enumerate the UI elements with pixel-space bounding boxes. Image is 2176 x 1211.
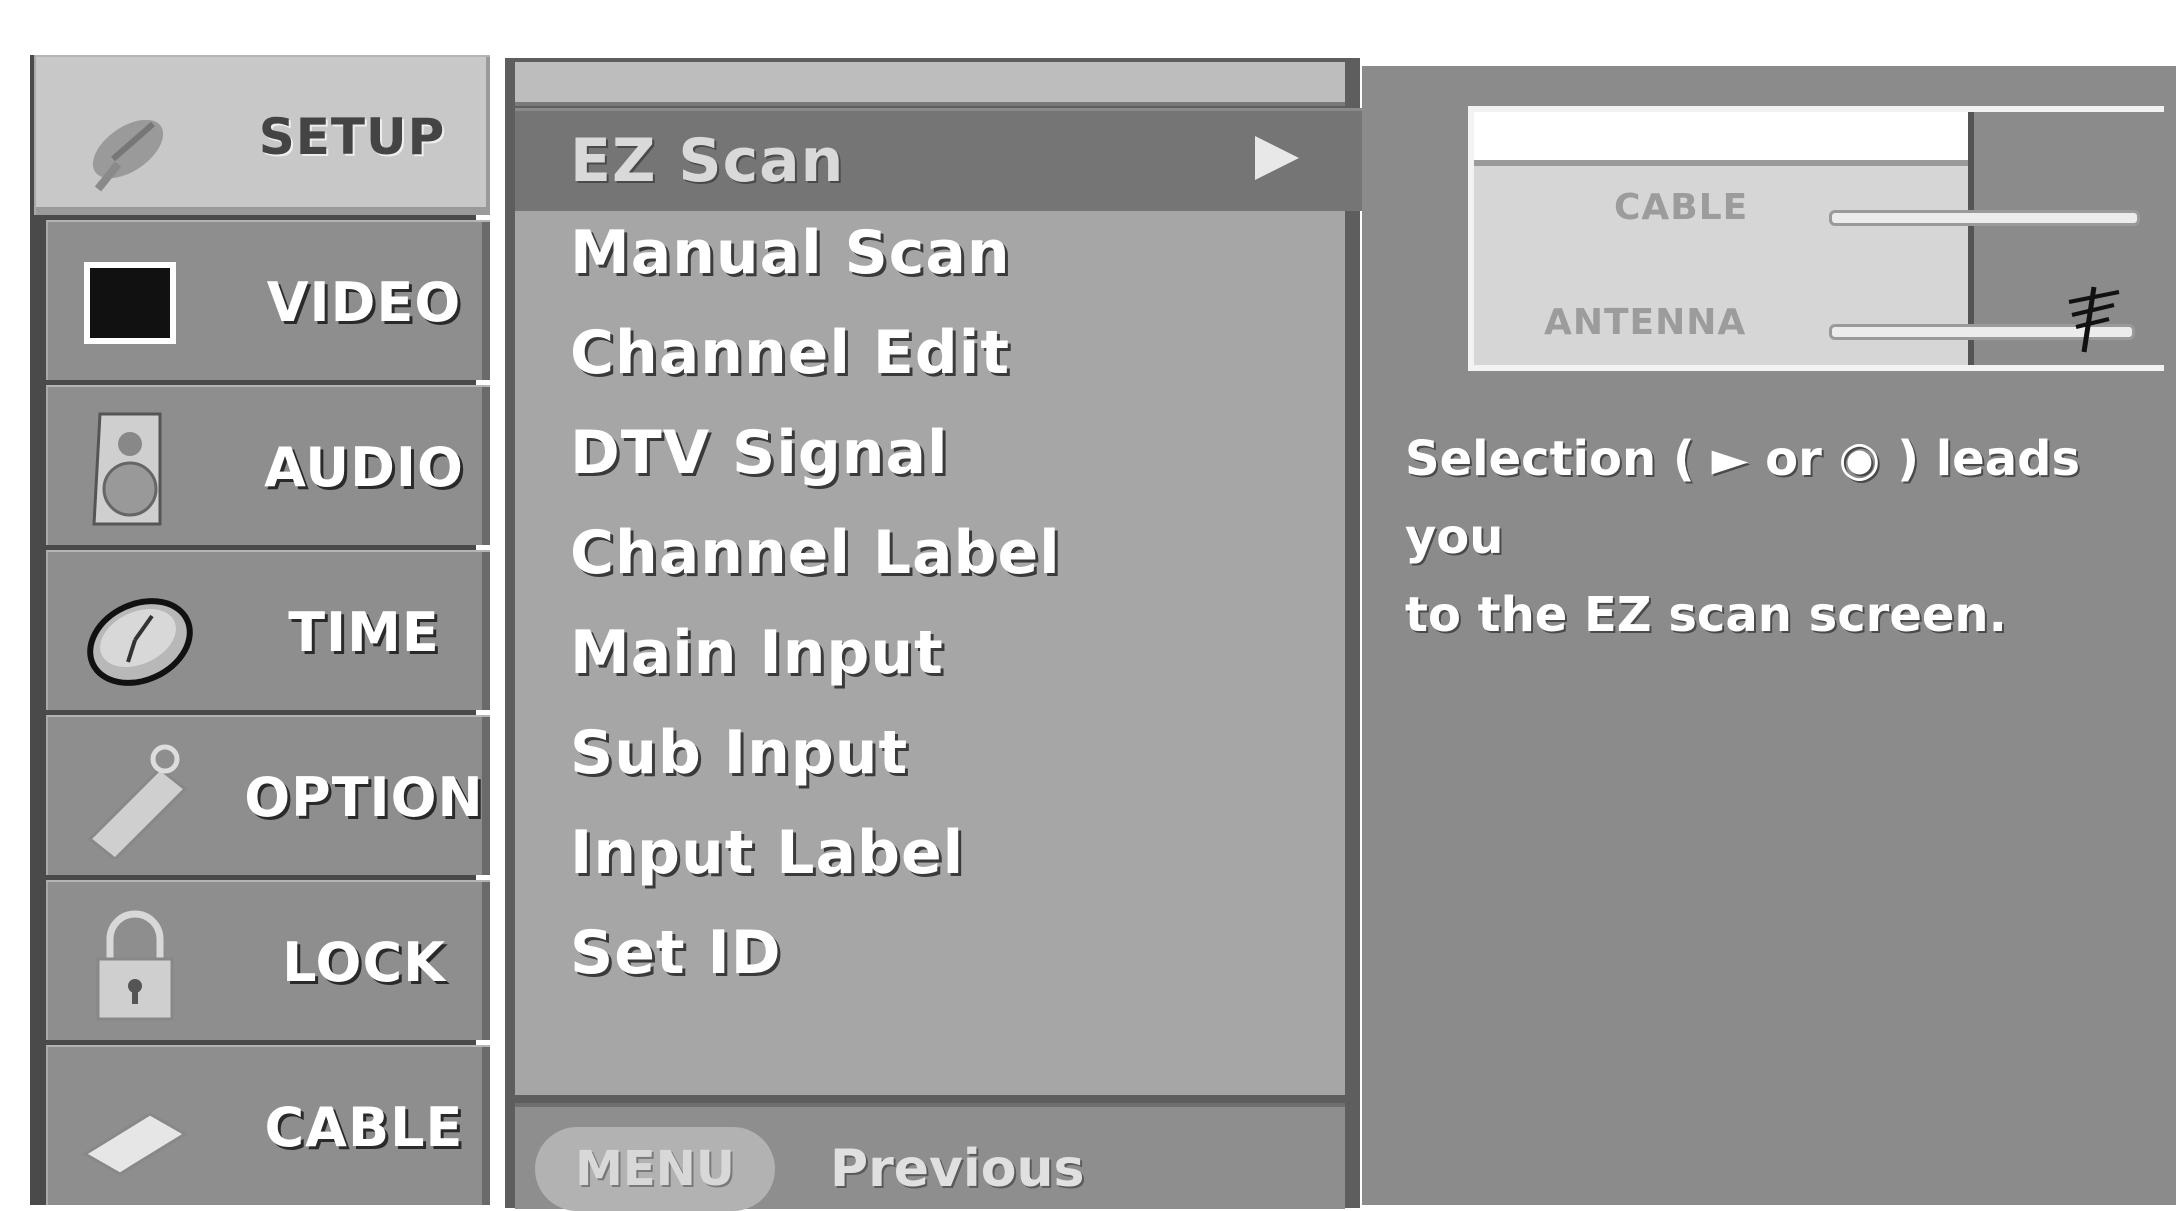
previous-label: Previous — [830, 1139, 1085, 1199]
cable-connector-line — [1829, 210, 2140, 226]
category-label: TIME — [288, 600, 440, 664]
menu-footer: MENU Previous — [515, 1103, 1345, 1211]
description-line-1: Selection ( ► or ◉ ) leads you — [1405, 431, 2081, 565]
category-sidebar: SETUP VIDEO AUDIO TIME OPTION LOCK CABLE — [30, 55, 490, 1205]
antenna-label: ANTENNA — [1544, 302, 1747, 343]
menu-button[interactable]: MENU — [535, 1127, 775, 1211]
category-video[interactable]: VIDEO — [46, 220, 490, 380]
padlock-icon — [96, 910, 174, 1021]
menu-item-channel-edit[interactable]: Channel Edit — [570, 303, 1010, 403]
cable-card-icon — [82, 1112, 188, 1176]
clock-icon — [87, 598, 193, 686]
category-label: AUDIO — [264, 435, 464, 499]
menu-item-manual-scan[interactable]: Manual Scan — [570, 203, 1011, 303]
menu-item-set-id[interactable]: Set ID — [570, 903, 782, 1003]
menu-item-sub-input[interactable]: Sub Input — [570, 703, 908, 803]
menu-item-label: EZ Scan — [570, 126, 845, 196]
connection-diagram: CABLE ANTENNA — [1468, 106, 2164, 371]
diagram-header-bar — [1474, 112, 1968, 166]
category-label: LOCK — [282, 930, 446, 994]
screen-icon — [84, 262, 176, 344]
help-description: Selection ( ► or ◉ ) leads you to the EZ… — [1405, 420, 2176, 654]
menu-top-strip — [515, 62, 1345, 106]
category-label: CABLE — [264, 1095, 464, 1159]
submenu-arrow-icon — [1255, 136, 1299, 180]
category-time[interactable]: TIME — [46, 550, 490, 710]
speaker-icon — [92, 412, 162, 526]
category-lock[interactable]: LOCK — [46, 880, 490, 1040]
menu-item-ez-scan[interactable]: EZ Scan — [515, 108, 1395, 211]
category-label: VIDEO — [266, 270, 462, 334]
menu-item-input-label[interactable]: Input Label — [570, 803, 964, 903]
menu-item-dtv-signal[interactable]: DTV Signal — [570, 403, 949, 503]
satellite-dish-icon — [92, 119, 164, 192]
description-line-2: to the EZ scan screen. — [1405, 587, 2007, 643]
category-cable[interactable]: CABLE — [46, 1045, 490, 1205]
antenna-icon — [2068, 286, 2120, 353]
category-audio[interactable]: AUDIO — [46, 385, 490, 545]
category-setup[interactable]: SETUP — [34, 55, 490, 215]
tag-icon — [87, 744, 188, 859]
category-label: OPTION — [244, 765, 484, 829]
category-option[interactable]: OPTION — [46, 715, 490, 875]
menu-item-channel-label[interactable]: Channel Label — [570, 503, 1061, 603]
cable-label: CABLE — [1614, 187, 1749, 228]
category-label: SETUP — [258, 108, 446, 166]
menu-item-main-input[interactable]: Main Input — [570, 603, 944, 703]
